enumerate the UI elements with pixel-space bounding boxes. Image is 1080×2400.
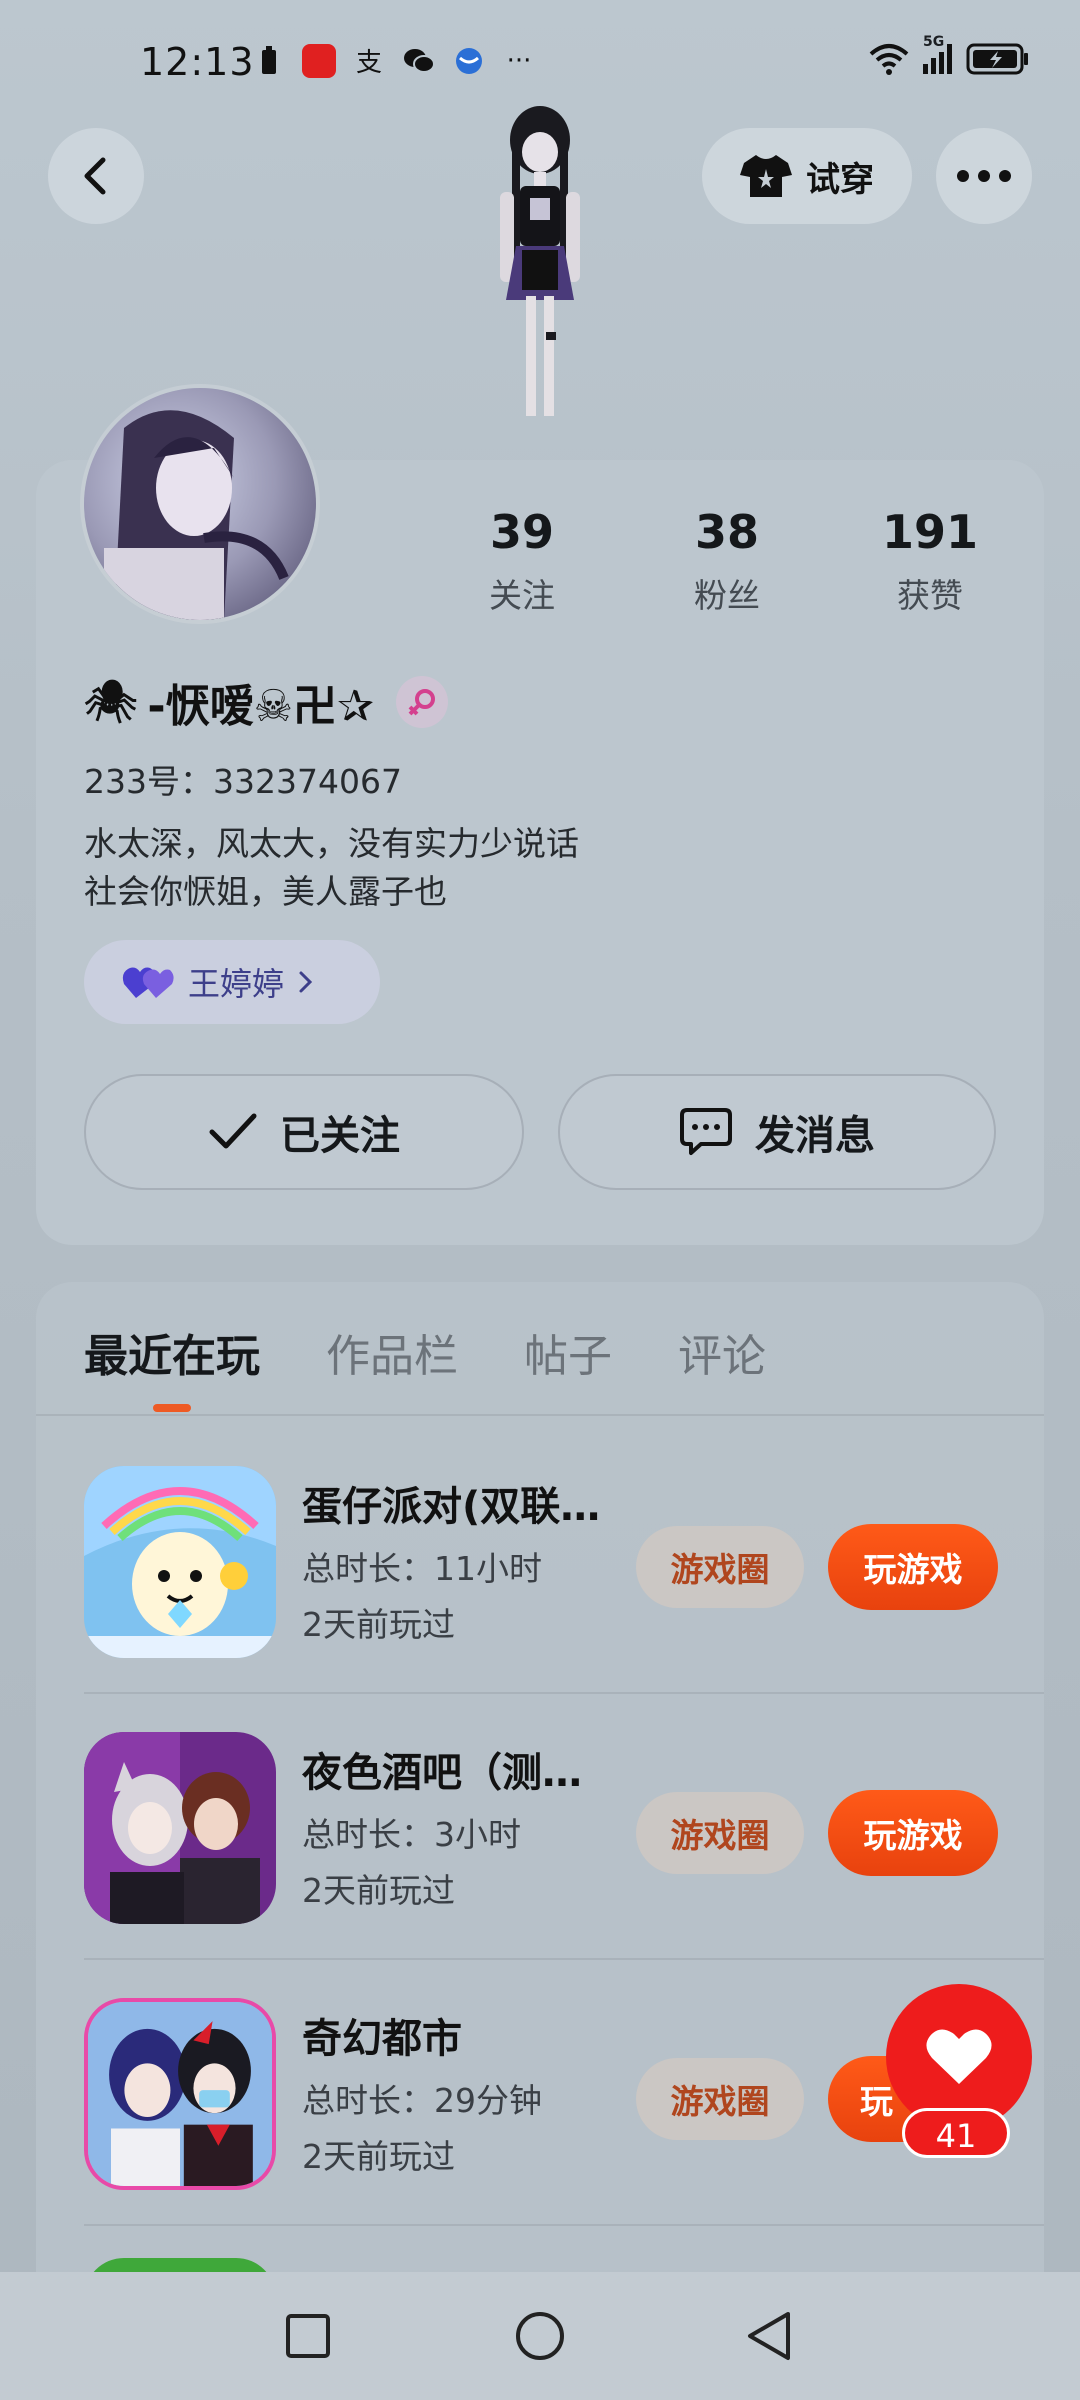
back-nav-icon[interactable]: [744, 2310, 794, 2362]
nickname: 🕷 -恹嗳☠卍✰: [84, 670, 448, 734]
bio-line-1: 水太深，风太大，没有实力少说话: [84, 824, 579, 863]
profile-screen: 12:13 支 ··· 5G 试穿 39 关注 38 粉丝 191 获赞 🕷 -…: [0, 0, 1080, 2400]
game-row[interactable]: 蛋仔派对(双联… 总时长：11小时 2天前玩过 游戏圈 玩游戏: [84, 1436, 1044, 1686]
fans-label: 粉丝: [694, 576, 760, 615]
following-count: 39: [489, 505, 554, 559]
game-row[interactable]: 夜色酒吧（测… 总时长：3小时 2天前玩过 游戏圈 玩游戏: [84, 1702, 1044, 1952]
chat-bubble-icon: [680, 1108, 732, 1155]
game-circle-button[interactable]: 游戏圈: [636, 2058, 804, 2140]
try-on-button[interactable]: 试穿: [702, 128, 912, 224]
row-divider: [84, 1692, 1044, 1694]
following-label: 关注: [489, 576, 555, 615]
tab-comments[interactable]: 评论: [678, 1320, 766, 1384]
game-name: 蛋仔派对(双联…: [302, 1484, 601, 1530]
battery-charging-icon: [966, 43, 1028, 75]
play-game-button[interactable]: 玩游戏: [828, 1790, 998, 1876]
followed-button[interactable]: 已关注: [84, 1074, 524, 1190]
home-icon[interactable]: [514, 2310, 566, 2362]
game-last-played: 2天前玩过: [302, 1871, 455, 1910]
browser-icon: [452, 44, 486, 78]
send-message-button[interactable]: 发消息: [558, 1074, 996, 1190]
signal-icon: 5G: [923, 34, 952, 74]
bio-line-2: 社会你恹姐，美人露子也: [84, 872, 447, 911]
chevron-left-icon: [84, 157, 106, 195]
game-circle-button[interactable]: 游戏圈: [636, 1526, 804, 1608]
play-game-button[interactable]: 玩游戏: [828, 1524, 998, 1610]
stat-following[interactable]: 39 关注: [442, 505, 602, 617]
more-dots-icon: [957, 170, 1011, 182]
game-icon-eggy-party: [84, 1466, 276, 1658]
avatar[interactable]: [84, 388, 316, 620]
female-icon: [395, 676, 448, 728]
send-message-label: 发消息: [755, 1113, 875, 1159]
stat-likes[interactable]: 191 获赞: [850, 505, 1010, 617]
game-name: 奇幻都市: [302, 2016, 462, 2062]
game-duration: 总时长：3小时: [302, 1815, 521, 1854]
game-duration: 总时长：11小时: [302, 1549, 542, 1588]
svg-text:支: 支: [356, 48, 382, 76]
profile-tabs: 最近在玩 作品栏 帖子 评论: [84, 1320, 766, 1384]
tabs-divider: [36, 1414, 1044, 1416]
game-duration: 总时长：29分钟: [302, 2081, 542, 2120]
back-button[interactable]: [48, 128, 144, 224]
game-icon-fantasy-city: [84, 1998, 276, 2190]
app-notification-icon: [302, 44, 336, 78]
followed-label: 已关注: [280, 1113, 400, 1159]
game-circle-button[interactable]: 游戏圈: [636, 1792, 804, 1874]
chevron-right-icon: [299, 971, 313, 993]
checkmark-icon: [209, 1113, 257, 1149]
heart-icon: [926, 2029, 992, 2084]
wifi-icon: [869, 44, 909, 75]
spider-emoji: 🕷: [84, 677, 138, 726]
alipay-icon: 支: [352, 44, 386, 78]
cp-relation-chip[interactable]: 王婷婷: [84, 940, 380, 1024]
avatar-character-image: [440, 100, 640, 470]
likes-count: 191: [881, 505, 979, 559]
more-notifications-icon: ···: [506, 46, 532, 76]
cp-name: 王婷婷: [188, 965, 285, 1003]
more-button[interactable]: [936, 128, 1032, 224]
likes-label: 获赞: [897, 576, 963, 615]
row-divider: [84, 1958, 1044, 1960]
network-type-label: 5G: [923, 34, 945, 50]
tab-posts[interactable]: 帖子: [524, 1320, 612, 1384]
user-id: 233号：332374067: [84, 762, 402, 801]
like-count: 41: [902, 2108, 1010, 2158]
nickname-text: -恹嗳☠卍✰: [147, 681, 374, 732]
game-last-played: 2天前玩过: [302, 2137, 455, 2176]
status-system-icons: 5G: [869, 34, 1030, 76]
system-navigation-bar: [0, 2272, 1080, 2400]
battery-saver-icon: [252, 44, 286, 78]
game-last-played: 2天前玩过: [302, 1605, 455, 1644]
try-on-label: 试穿: [806, 159, 874, 200]
tab-recently-played[interactable]: 最近在玩: [84, 1320, 260, 1384]
bio: 水太深，风太大，没有实力少说话 社会你恹姐，美人露子也: [84, 820, 579, 916]
fans-count: 38: [694, 505, 759, 559]
tab-works[interactable]: 作品栏: [326, 1320, 458, 1384]
double-heart-icon: [122, 967, 174, 998]
game-icon-night-bar: [84, 1732, 276, 1924]
status-notification-icons: 支 ···: [252, 44, 536, 78]
stat-fans[interactable]: 38 粉丝: [647, 505, 807, 617]
active-tab-indicator: [153, 1404, 191, 1412]
game-name: 夜色酒吧（测…: [302, 1750, 582, 1796]
wechat-icon: [402, 44, 436, 78]
tshirt-icon: [740, 155, 792, 197]
row-divider: [84, 2224, 1044, 2226]
recent-apps-icon[interactable]: [284, 2312, 332, 2360]
status-time: 12:13: [140, 40, 255, 84]
